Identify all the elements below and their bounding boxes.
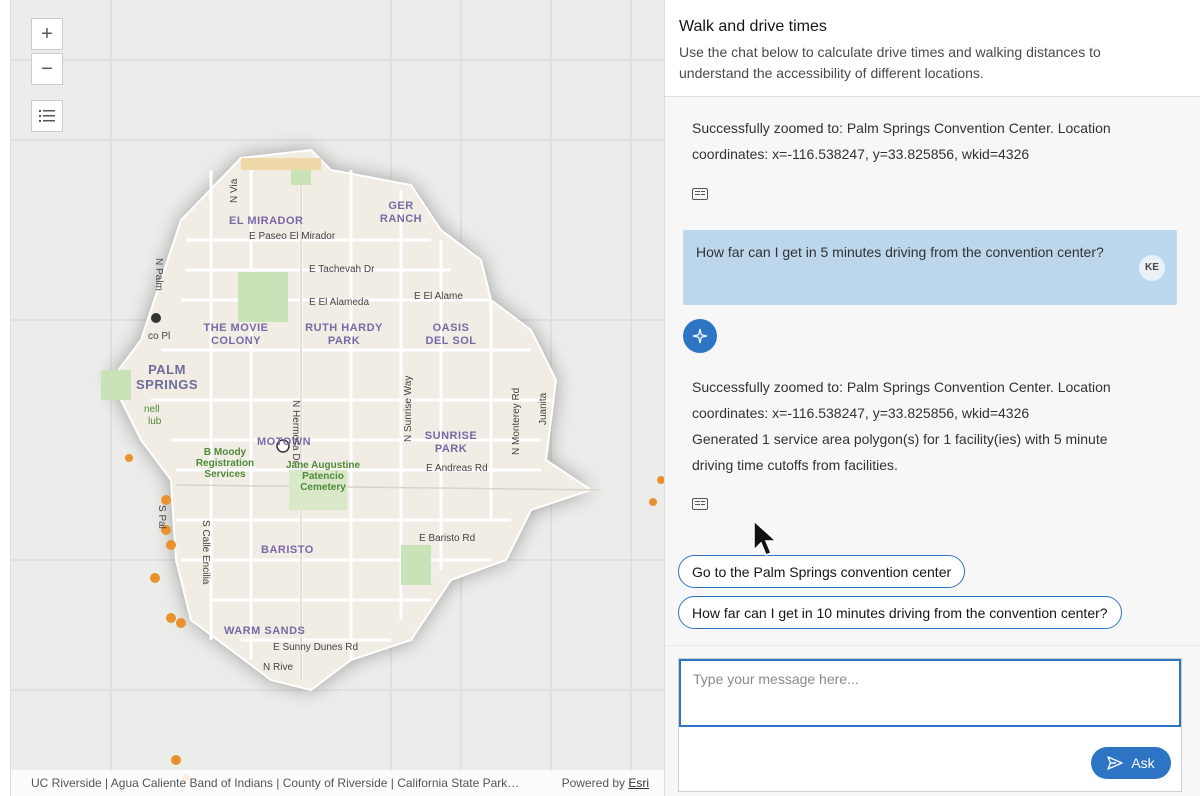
street-label: lub: [148, 416, 162, 427]
chat-input-area: Ask: [665, 645, 1200, 796]
send-icon: [1107, 756, 1124, 770]
street-label: N Palm: [153, 258, 164, 291]
street-label: E El Alame: [414, 291, 463, 302]
assistant-message: Successfully zoomed to: Palm Springs Con…: [692, 115, 1152, 167]
street-label: E Andreas Rd: [426, 463, 488, 474]
message-line: Generated 1 service area polygon(s) for …: [692, 431, 1108, 447]
street-label: N Via: [229, 178, 240, 203]
user-avatar: KE: [1139, 255, 1165, 281]
message-line: coordinates: x=-116.538247, y=33.825856,…: [692, 146, 1030, 162]
sparkle-icon: [692, 328, 708, 344]
street-label: E El Alameda: [309, 297, 370, 308]
neighborhood-label: OASIS DEL SOL: [425, 322, 477, 347]
street-label: nell: [144, 404, 160, 415]
esri-link[interactable]: Esri: [628, 776, 649, 790]
street-label: S Pal: [156, 505, 167, 529]
chat-panel: Walk and drive times Use the chat below …: [664, 0, 1200, 796]
neighborhood-label: MOTOWN: [257, 436, 312, 448]
user-message: How far can I get in 5 minutes driving f…: [683, 230, 1177, 305]
street-label: E Sunny Dunes Rd: [273, 642, 359, 653]
neighborhood-label: THE MOVIE COLONY: [203, 322, 269, 347]
street-label: E Tachevah Dr: [309, 264, 375, 275]
copy-icon[interactable]: [692, 498, 708, 510]
street-label: co Pl: [148, 331, 171, 342]
street-label: E Paseo El Mirador: [249, 231, 336, 242]
message-line: Successfully zoomed to: Palm Springs Con…: [692, 379, 1111, 395]
neighborhood-label: RUTH HARDY PARK: [305, 322, 383, 347]
message-line: driving time cutoffs from facilities.: [692, 457, 898, 473]
attribution-text: UC Riverside | Agua Caliente Band of Ind…: [31, 776, 520, 790]
panel-header: Walk and drive times Use the chat below …: [665, 0, 1200, 97]
street-label: Juanita: [538, 392, 549, 425]
neighborhood-label: GER RANCH: [379, 200, 423, 225]
assistant-avatar: [683, 319, 717, 353]
suggestion-chip[interactable]: How far can I get in 10 minutes driving …: [678, 596, 1122, 629]
suggestion-chip[interactable]: Go to the Palm Springs convention center: [678, 555, 966, 588]
panel-title: Walk and drive times: [679, 18, 827, 35]
input-box: Ask: [678, 658, 1182, 792]
list-icon: [39, 110, 55, 122]
assistant-message: Successfully zoomed to: Palm Springs Con…: [692, 374, 1152, 478]
mouse-cursor-icon: [753, 520, 778, 556]
street-label: E Baristo Rd: [419, 533, 476, 544]
zoom-out-button[interactable]: −: [31, 53, 63, 85]
message-line: Successfully zoomed to: Palm Springs Con…: [692, 120, 1111, 136]
street-label: N Hermosa Dr: [290, 400, 301, 464]
chat-history[interactable]: Successfully zoomed to: Palm Springs Con…: [665, 97, 1200, 645]
neighborhood-label: WARM SANDS: [224, 625, 306, 637]
zoom-in-button[interactable]: +: [31, 18, 63, 50]
street-label: N Sunrise Way: [403, 375, 414, 442]
street-label: N Monterey Rd: [511, 387, 522, 455]
legend-button[interactable]: [31, 100, 63, 132]
map-canvas[interactable]: [11, 0, 664, 796]
park-area: [238, 272, 288, 322]
message-line: coordinates: x=-116.538247, y=33.825856,…: [692, 405, 1030, 421]
neighborhood-label: EL MIRADOR: [229, 215, 304, 227]
poi-label: B Moody Registration Services: [195, 447, 255, 480]
ask-button[interactable]: Ask: [1091, 747, 1171, 779]
app-root: EL MIRADOR GER RANCH THE MOVIE COLONY RU…: [0, 0, 1200, 796]
street-label: S Calle Encilia: [200, 520, 211, 585]
copy-icon[interactable]: [692, 188, 708, 200]
street-label: N Rive: [263, 662, 294, 673]
poi-label: Jane Augustine Patencio Cemetery: [285, 460, 361, 493]
powered-by-prefix: Powered by: [561, 776, 629, 790]
ask-button-label: Ask: [1131, 755, 1155, 771]
map-attribution: UC Riverside | Agua Caliente Band of Ind…: [11, 770, 664, 796]
message-input[interactable]: [679, 659, 1181, 727]
neighborhood-label: BARISTO: [261, 544, 314, 556]
panel-subtitle: Use the chat below to calculate drive ti…: [679, 44, 1101, 81]
powered-by: Powered by Esri: [562, 776, 664, 790]
neighborhood-label: SUNRISE PARK: [424, 430, 478, 455]
neighborhood-label: PALM SPRINGS: [135, 362, 198, 392]
user-message-text: How far can I get in 5 minutes driving f…: [696, 244, 1104, 260]
map-view[interactable]: EL MIRADOR GER RANCH THE MOVIE COLONY RU…: [10, 0, 664, 796]
